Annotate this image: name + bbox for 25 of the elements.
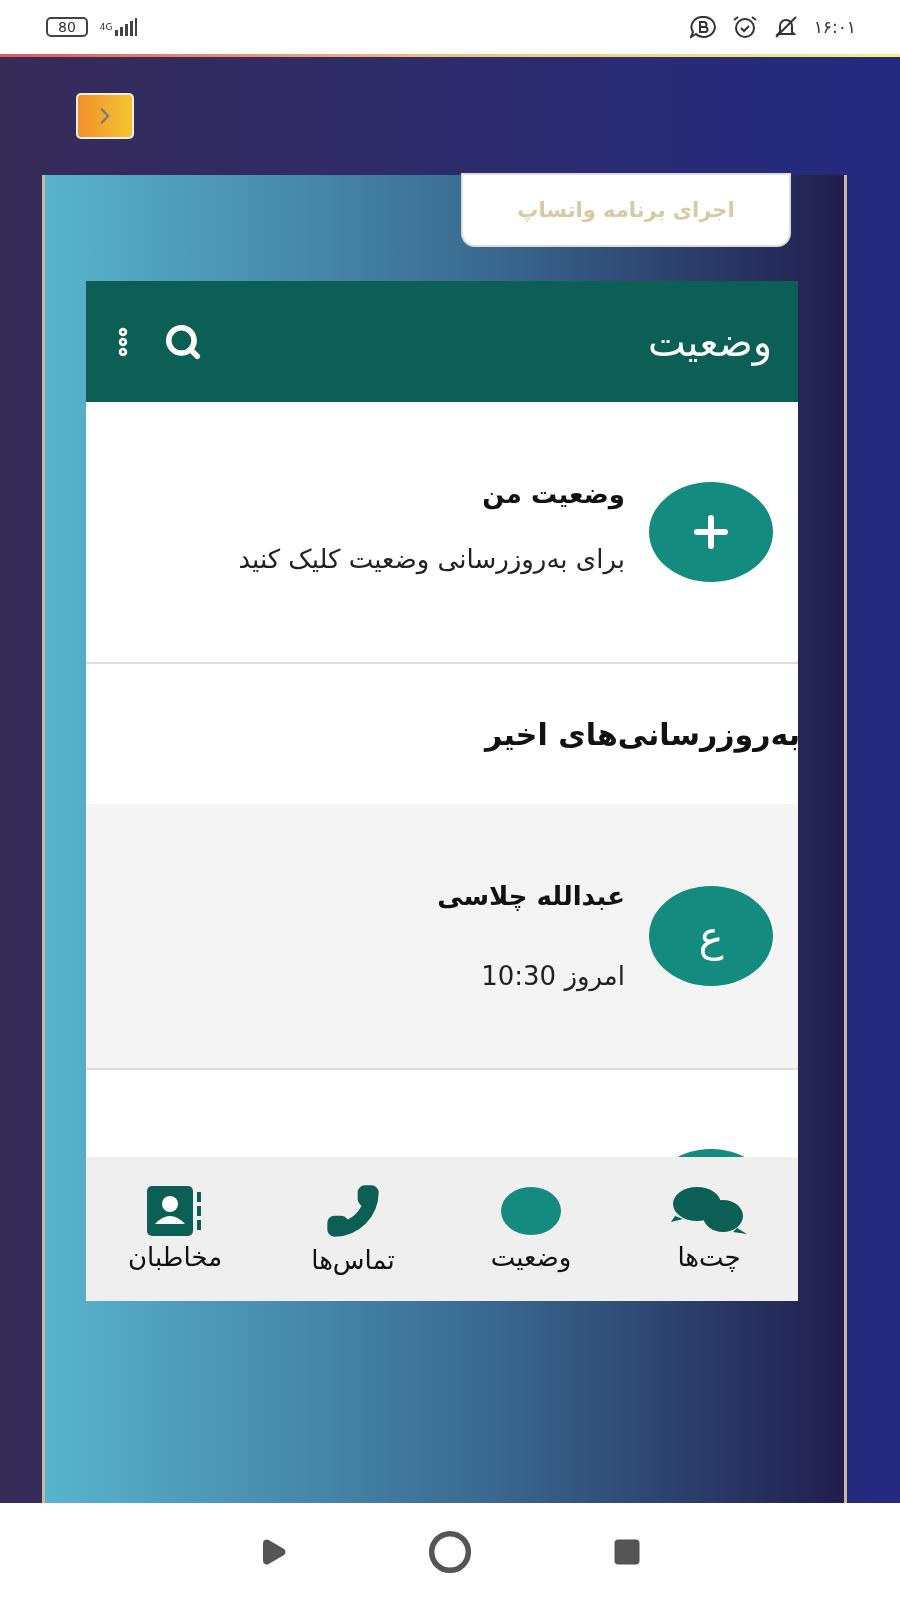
alarm-icon <box>731 15 758 39</box>
nav-tab[interactable]: مخاطبان <box>86 1157 264 1301</box>
forward-button[interactable] <box>76 93 134 139</box>
nav-tab[interactable]: چت‌ها <box>620 1157 798 1301</box>
recent-updates-heading: به‌روزرسانی‌های اخیر <box>482 715 800 755</box>
chat-b-icon <box>689 15 716 39</box>
nav-tab[interactable]: وضعیت <box>442 1157 620 1301</box>
battery-indicator: 80 <box>46 17 88 37</box>
phone-icon <box>325 1183 381 1239</box>
search-icon[interactable] <box>164 322 202 361</box>
nav-tab[interactable]: تماس‌ها <box>264 1157 442 1301</box>
chat-bubbles-icon <box>671 1186 747 1236</box>
signal-icon <box>114 18 137 36</box>
clock-time: ۱۶:۰۱ <box>813 17 856 37</box>
network-label: 4G <box>99 22 113 32</box>
update-time: امروز 10:30 <box>480 961 625 991</box>
muted-bell-icon <box>773 15 798 39</box>
my-status-subtitle: برای به‌روزرسانی وضعیت کلیک کنید <box>237 543 625 577</box>
my-status-title: وضعیت من <box>481 479 625 509</box>
status-update-row[interactable]: ع عبدالله چلاسی امروز 10:30 <box>86 804 798 1070</box>
home-circle-icon[interactable] <box>428 1529 472 1574</box>
status-circle-icon <box>500 1186 562 1236</box>
header-title: وضعیت <box>648 318 772 365</box>
contact-avatar: ع <box>649 886 773 986</box>
contact-name: عبدالله چلاسی <box>436 881 625 911</box>
